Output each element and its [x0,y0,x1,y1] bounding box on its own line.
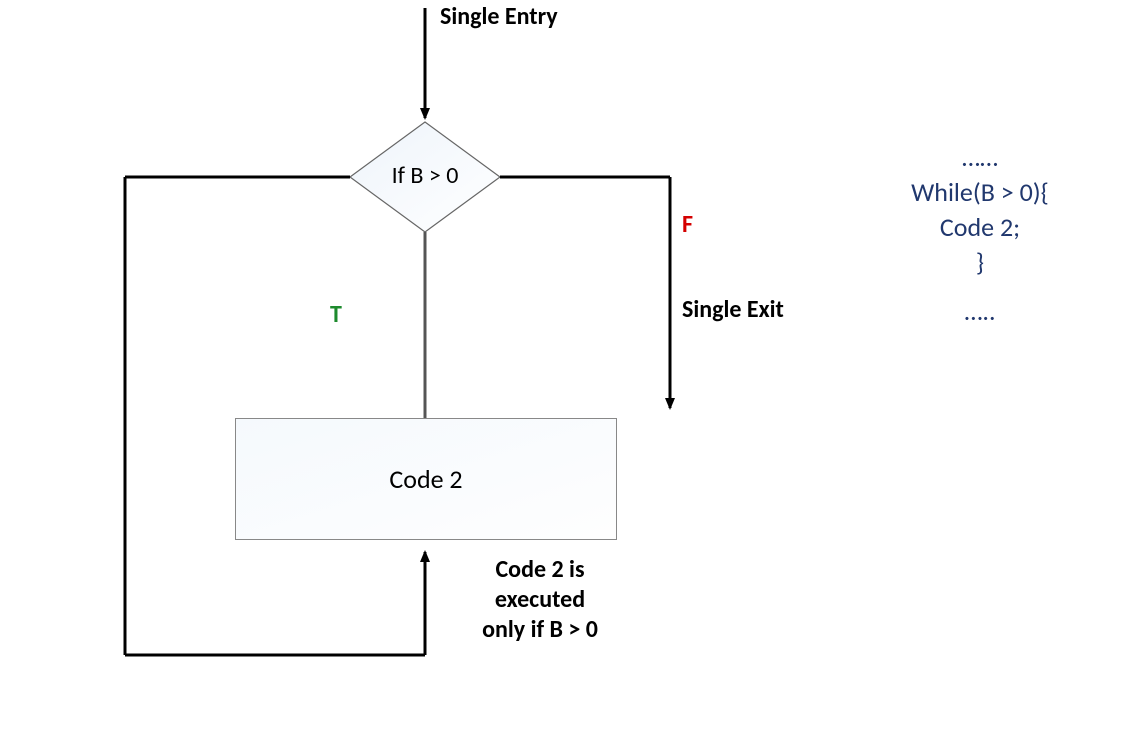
code-post: ….. [855,294,1105,329]
annotation-line1: Code 2 is [440,555,640,585]
exit-label: Single Exit [682,295,784,324]
decision-node: If B > 0 [350,120,500,230]
false-edge-label: F [682,210,693,239]
entry-label: Single Entry [440,2,558,31]
decision-label: If B > 0 [350,120,500,230]
code-line3: } [855,245,1105,280]
annotation-line2: executed [440,585,640,615]
true-edge-label: T [330,300,342,329]
process-node: Code 2 [235,418,617,540]
pseudocode-block: …… While(B > 0){ Code 2; } ….. [855,140,1105,329]
process-label: Code 2 [389,463,462,495]
annotation-line3: only if B > 0 [440,615,640,645]
annotation-text: Code 2 is executed only if B > 0 [440,555,640,645]
code-line2: Code 2; [855,210,1105,245]
code-line1: While(B > 0){ [855,175,1105,210]
code-pre: …… [855,140,1105,175]
